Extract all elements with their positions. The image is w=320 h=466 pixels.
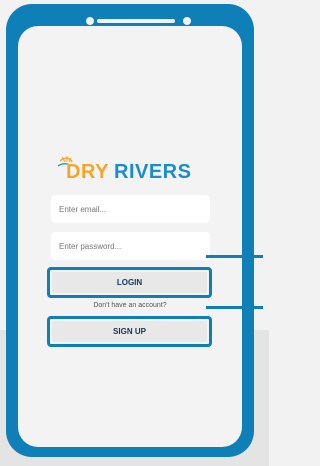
phone-frame: DRY RIVERS LOGIN Don't have an account? … [6, 4, 254, 457]
app-logo: DRY RIVERS [56, 153, 206, 183]
email-input[interactable] [51, 195, 210, 223]
signup-highlight: SIGN UP [47, 316, 212, 347]
phone-camera-left [86, 17, 94, 25]
phone-camera-right [183, 17, 191, 25]
phone-screen: DRY RIVERS LOGIN Don't have an account? … [18, 26, 242, 447]
svg-text:RIVERS: RIVERS [114, 161, 191, 183]
login-highlight: LOGIN [47, 267, 212, 298]
svg-text:DRY: DRY [66, 161, 109, 183]
login-callout-line [206, 255, 263, 258]
login-button[interactable]: LOGIN [52, 272, 207, 293]
signup-button[interactable]: SIGN UP [52, 321, 207, 342]
password-input[interactable] [51, 232, 210, 260]
logo-graphic: DRY RIVERS [57, 156, 191, 183]
phone-speaker [97, 19, 175, 23]
signup-callout-line [206, 306, 263, 309]
